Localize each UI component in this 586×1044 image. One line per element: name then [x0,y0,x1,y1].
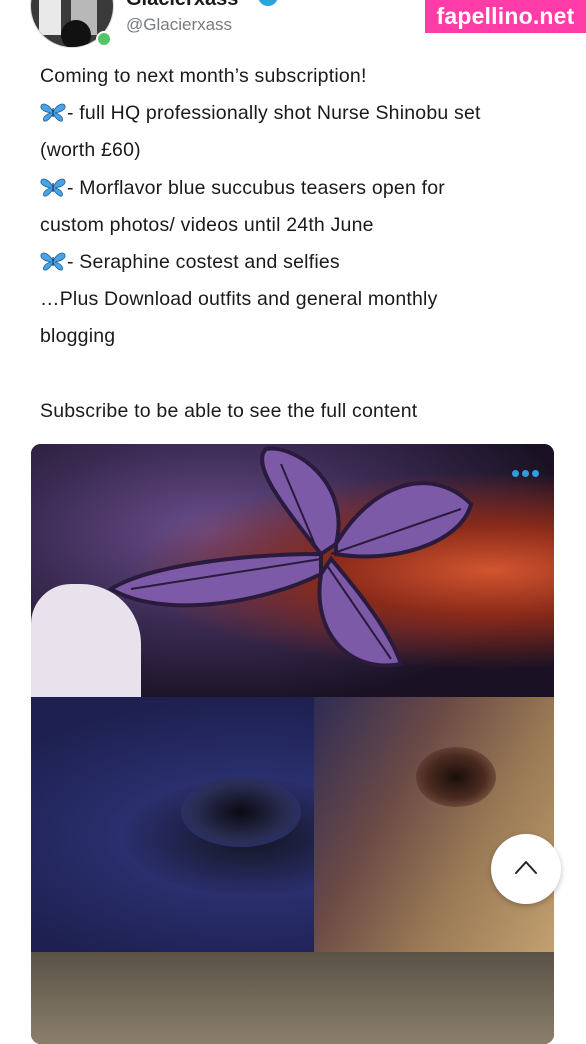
post-text-line: blogging [40,318,560,355]
post-text-content: …Plus Download outfits and general month… [40,288,438,311]
post-text-line: - full HQ professionally shot Nurse Shin… [40,95,560,132]
photo-blonde-partial[interactable] [31,952,554,1044]
media-gallery[interactable] [31,444,554,1044]
post-text-content: custom photos/ videos until 24th June [40,213,374,236]
photo-butterfly-hairpin[interactable] [31,444,554,697]
post-text: Coming to next month’s subscription! - fu… [40,58,560,430]
post-text-line: Coming to next month’s subscription! [40,58,560,95]
post-text-content: blogging [40,325,116,348]
post-text-content: (worth £60) [40,139,141,162]
butterfly-icon [40,173,66,197]
post-text-content: - Morflavor blue succubus teasers open f… [67,176,445,199]
post-text-line: - Seraphine costest and selfies [40,244,560,281]
post-text-content: - full HQ professionally shot Nurse Shin… [67,102,481,125]
display-name[interactable]: Glacierxass [126,0,238,11]
watermark: fapellino.net [425,0,586,33]
photo-eye-closeup[interactable] [31,697,554,952]
post-text-line: - Morflavor blue succubus teasers open f… [40,170,560,207]
more-options-icon[interactable] [512,468,542,478]
scroll-to-top-button[interactable] [491,834,561,904]
post-text-content: - Seraphine costest and selfies [67,250,340,273]
online-status-dot [96,31,112,47]
post-text-content: Coming to next month’s subscription! [40,65,367,87]
butterfly-icon [40,247,66,271]
post-text-line: …Plus Download outfits and general month… [40,281,560,318]
post-text-line: (worth £60) [40,132,560,169]
chevron-up-icon [515,861,537,874]
username-handle[interactable]: @Glacierxass [126,15,232,35]
post-text-content: Subscribe to be able to see the full con… [40,399,418,422]
post-text-line: Subscribe to be able to see the full con… [40,393,560,430]
verified-badge-icon [258,0,278,6]
butterfly-icon [40,98,66,122]
post-text-line [40,356,560,393]
post-text-line: custom photos/ videos until 24th June [40,207,560,244]
